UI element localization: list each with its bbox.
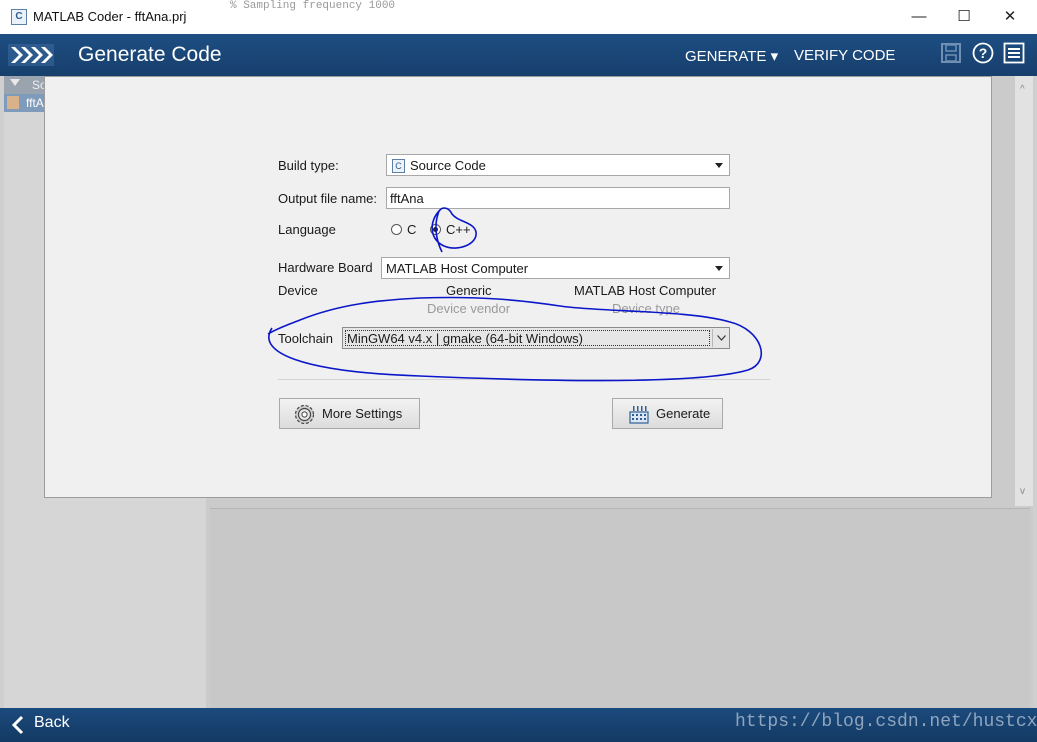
toolchain-ellipse-annotation (267, 296, 763, 382)
back-arrow-icon[interactable] (10, 715, 26, 735)
watermark-url: https://blog.csdn.net/hustcx (735, 712, 1037, 732)
cpp-circle-annotation (431, 207, 477, 253)
handdrawn-annotations (267, 207, 763, 382)
back-button[interactable]: Back (34, 714, 70, 732)
footer-bar: Back https://blog.csdn.net/hustcx (0, 708, 1037, 742)
